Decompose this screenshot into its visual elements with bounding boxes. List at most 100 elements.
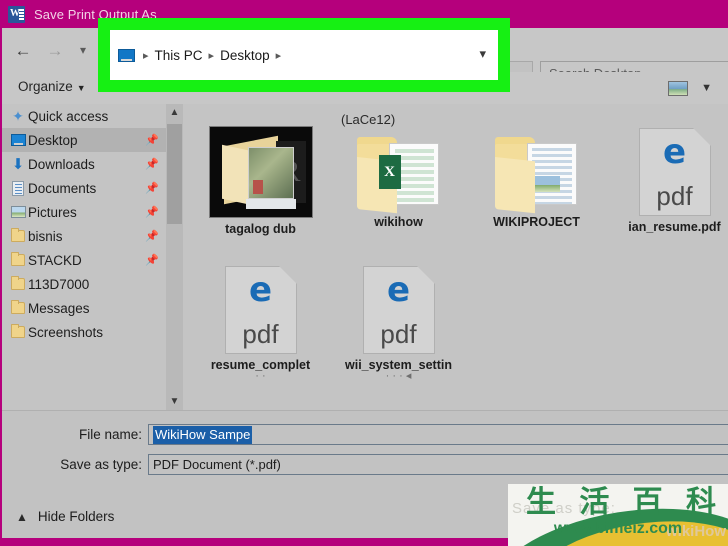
- sidebar-item-bisnis[interactable]: bisnis 📌: [2, 224, 167, 248]
- sidebar-item-screenshots[interactable]: Screenshots: [2, 320, 167, 344]
- pin-icon[interactable]: 📌: [145, 230, 159, 243]
- file-name-value: WikiHow Sampe: [153, 426, 253, 444]
- folder-icon: [10, 324, 26, 340]
- download-icon: ⬇: [11, 155, 25, 173]
- hide-folders-button[interactable]: ▲ Hide Folders: [16, 509, 114, 524]
- chevron-up-icon: ▲: [16, 509, 28, 524]
- file-item-ian-resume-pdf[interactable]: e pdf ian_resume.pdf: [607, 126, 728, 242]
- file-item-tagalog-dub[interactable]: R tagalog dub: [193, 126, 328, 244]
- pdf-file-icon: e pdf: [224, 266, 297, 354]
- breadcrumb[interactable]: ▸ This PC ▸ Desktop ▸ ▾: [118, 38, 492, 72]
- sidebar-item-downloads[interactable]: ⬇ Downloads 📌: [2, 152, 167, 176]
- watermark-url: www.bimeiz.com: [553, 520, 683, 537]
- file-label: ian_resume.pdf: [628, 220, 721, 234]
- picture-icon: [10, 204, 26, 220]
- video-thumbnail-icon: R: [208, 126, 313, 218]
- sidebar-item-quick-access[interactable]: ✦ Quick access: [2, 104, 167, 128]
- file-label: WIKIPROJECT: [493, 215, 580, 229]
- file-label: tagalog dub: [225, 222, 296, 236]
- sidebar-item-113d7000[interactable]: 113D7000: [2, 272, 167, 296]
- save-as-type-select[interactable]: PDF Document (*.pdf): [148, 454, 728, 475]
- file-item-wikiproject[interactable]: WIKIPROJECT: [469, 126, 604, 237]
- sidebar-item-label: Desktop: [28, 132, 78, 148]
- this-pc-monitor-icon: [118, 48, 135, 62]
- pin-icon[interactable]: 📌: [145, 158, 159, 171]
- file-sublabel: · · · ◂: [385, 372, 412, 380]
- sidebar-item-pictures[interactable]: Pictures 📌: [2, 200, 167, 224]
- preview-pane-icon[interactable]: [668, 81, 688, 96]
- sidebar-item-label: Pictures: [28, 204, 77, 220]
- pin-icon[interactable]: 📌: [145, 182, 159, 195]
- sidebar-scrollbar[interactable]: ▲ ▼: [166, 104, 183, 410]
- breadcrumb-item-this-pc[interactable]: This PC: [155, 48, 203, 63]
- sidebar-item-label: Screenshots: [28, 324, 104, 340]
- folder-icon: [10, 252, 26, 268]
- save-as-type-label: Save as type:: [60, 457, 142, 472]
- sidebar-item-stackd[interactable]: STACKD 📌: [2, 248, 167, 272]
- folder-icon: [10, 300, 26, 316]
- folder-icon: [10, 228, 26, 244]
- drive-label: (LaCe12): [341, 112, 396, 127]
- document-icon: [10, 180, 26, 196]
- monitor-icon: [10, 132, 26, 148]
- sidebar-item-documents[interactable]: Documents 📌: [2, 176, 167, 200]
- breadcrumb-separator-2: ▸: [275, 49, 282, 62]
- file-name-input[interactable]: WikiHow Sampe: [148, 424, 728, 445]
- pin-icon[interactable]: 📌: [145, 254, 159, 267]
- watermark-char-3: 科: [685, 485, 716, 520]
- star-icon: ✦: [12, 108, 24, 124]
- watermark-char-1: 活: [579, 485, 610, 520]
- folder-icon: [491, 133, 583, 214]
- sidebar-item-label: 113D7000: [28, 276, 90, 292]
- organize-label: Organize: [18, 79, 73, 94]
- pin-icon[interactable]: 📌: [145, 206, 159, 219]
- word-app-icon: W: [8, 5, 25, 23]
- file-sublabel: · ·: [255, 372, 266, 380]
- sidebar-item-messages[interactable]: Messages: [2, 296, 167, 320]
- file-sublabel: [331, 229, 466, 237]
- view-options-chevron-down-icon[interactable]: ▼: [701, 82, 712, 94]
- file-sublabel: [469, 229, 604, 237]
- watermark-char-0: 生: [526, 485, 556, 520]
- hide-folders-label: Hide Folders: [37, 509, 115, 524]
- file-item-resume-complet[interactable]: e pdf resume_complet · ·: [193, 264, 328, 380]
- pin-icon[interactable]: 📌: [145, 134, 159, 147]
- file-label: resume_complet: [210, 358, 311, 372]
- sidebar-item-desktop[interactable]: Desktop 📌: [2, 128, 167, 152]
- pdf-file-icon: e pdf: [362, 266, 435, 354]
- chevron-down-icon[interactable]: ▼: [166, 393, 183, 410]
- breadcrumb-item-desktop[interactable]: Desktop: [220, 48, 270, 63]
- recent-locations-chevron-down-icon[interactable]: ▾: [70, 38, 96, 62]
- file-sublabel: [193, 236, 328, 244]
- sidebar-item-label: Downloads: [28, 156, 95, 172]
- breadcrumb-separator-1: ▸: [208, 49, 215, 62]
- file-label: wii_system_settin: [345, 358, 452, 372]
- watermark: Save as type: wikiHow 生 活 百 科 www.bimeiz…: [508, 484, 728, 546]
- file-item-wii-system-settin[interactable]: e pdf wii_system_settin · · · ◂: [331, 264, 466, 380]
- sidebar-item-label: Documents: [28, 180, 97, 196]
- sidebar-item-label: Messages: [28, 300, 90, 316]
- forward-arrow-icon[interactable]: →: [42, 38, 68, 62]
- watermark-char-2: 百: [632, 485, 663, 520]
- navigation-pane: ✦ Quick access Desktop 📌 ⬇ Downloads 📌 D…: [2, 104, 167, 410]
- watermark-chinese-text: 生 活 百 科: [526, 486, 716, 520]
- sidebar-item-label: STACKD: [28, 252, 82, 268]
- file-list-pane[interactable]: (LaCe12) R tagalog dub X: [183, 104, 728, 410]
- word-pages-glyph: [19, 7, 24, 21]
- pdf-file-icon: e pdf: [638, 128, 711, 216]
- file-item-wikihow[interactable]: X wikihow: [331, 126, 466, 237]
- file-sublabel: [607, 234, 728, 242]
- organize-button[interactable]: Organize ▼: [18, 79, 86, 94]
- save-as-dialog: W Save Print Output As ← → ▾ ↑ ▾ Search …: [0, 0, 728, 546]
- chevron-down-icon: ▼: [76, 83, 86, 93]
- back-arrow-icon[interactable]: ←: [10, 38, 36, 62]
- breadcrumb-separator-0: ▸: [143, 49, 149, 62]
- chevron-up-icon[interactable]: ▲: [166, 104, 183, 121]
- sidebar-item-label: bisnis: [28, 228, 63, 244]
- folder-icon: [10, 276, 26, 292]
- sidebar-item-label: Quick access: [28, 108, 109, 124]
- file-name-label: File name:: [78, 427, 142, 442]
- file-label: wikihow: [374, 215, 423, 229]
- breadcrumb-chevron-down-icon[interactable]: ▾: [479, 46, 486, 62]
- scrollbar-thumb[interactable]: [167, 124, 182, 224]
